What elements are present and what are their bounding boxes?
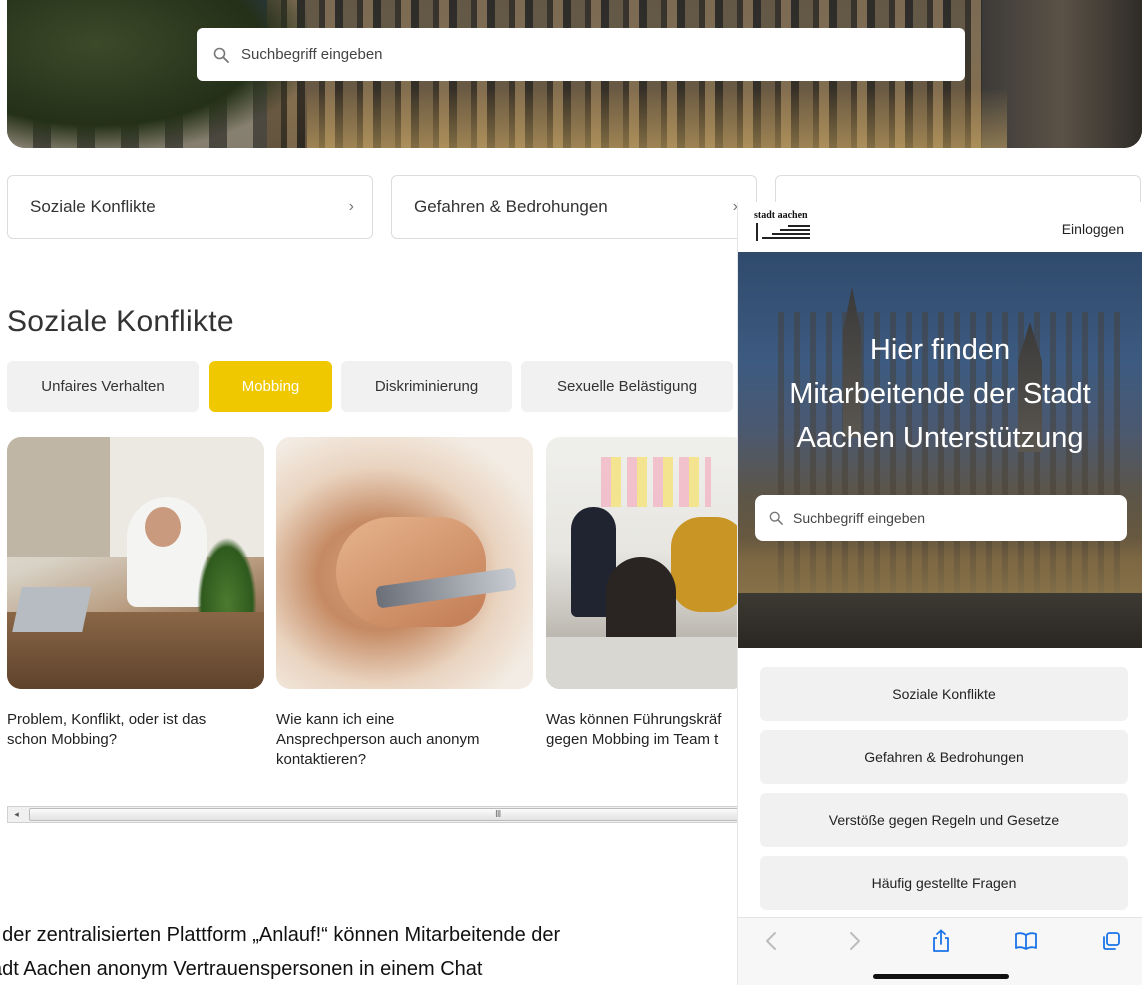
category-label: Soziale Konflikte	[30, 197, 156, 216]
tab-mobbing[interactable]: Mobbing	[209, 361, 332, 412]
hero-lights	[307, 88, 1007, 148]
mobile-category-verstoesse[interactable]: Verstöße gegen Regeln und Gesetze	[760, 793, 1128, 847]
section-title: Soziale Konflikte	[7, 305, 234, 338]
category-label: Gefahren & Bedrohungen	[414, 197, 608, 216]
scrollbar-grip-icon: III	[495, 809, 501, 820]
article-image-team[interactable]	[546, 437, 746, 689]
article-title-line: Was können Führungskräf	[546, 711, 722, 728]
image-hand	[336, 517, 486, 627]
mobile-hero: Hier finden Mitarbeitende der Stadt Aach…	[738, 252, 1142, 648]
search-icon	[213, 47, 229, 63]
scroll-left-icon[interactable]: ◂	[8, 807, 25, 822]
image-chair	[671, 517, 746, 612]
article-title-line: kontaktieren?	[276, 751, 367, 768]
tab-unfaires-verhalten[interactable]: Unfaires Verhalten	[7, 361, 199, 412]
image-notes	[601, 457, 711, 507]
search-icon	[769, 511, 783, 525]
home-indicator	[873, 974, 1009, 979]
bookmarks-icon[interactable]	[1013, 928, 1039, 954]
stadt-aachen-logo[interactable]: stadt aachen	[754, 211, 812, 243]
horizontal-scrollbar[interactable]: ◂ III	[7, 806, 739, 823]
login-link[interactable]: Einloggen	[1062, 221, 1124, 237]
safari-toolbar	[738, 917, 1142, 985]
image-sofa	[546, 637, 746, 689]
body-paragraph: f der zentralisierten Plattform „Anlauf!…	[0, 918, 730, 985]
article-title-line: gegen Mobbing im Team t	[546, 731, 719, 748]
hero-heading: Hier finden Mitarbeitende der Stadt Aach…	[738, 328, 1142, 460]
article-title-line: Ansprechperson auch anonym	[276, 731, 480, 748]
hero-heading-line: Aachen Unterstützung	[796, 422, 1084, 454]
category-card-gefahren[interactable]: Gefahren & Bedrohungen ›	[391, 175, 757, 239]
hero-lights	[738, 538, 1142, 598]
body-line: f der zentralisierten Plattform „Anlauf!…	[0, 924, 561, 946]
search-placeholder: Suchbegriff eingeben	[793, 510, 926, 526]
tab-sexuelle-belaestigung[interactable]: Sexuelle Belästigung	[521, 361, 733, 412]
search-placeholder: Suchbegriff eingeben	[241, 46, 383, 63]
mobile-category-gefahren[interactable]: Gefahren & Bedrohungen	[760, 730, 1128, 784]
article-title[interactable]: Problem, Konflikt, oder ist das schon Mo…	[7, 710, 262, 750]
mobile-category-soziale-konflikte[interactable]: Soziale Konflikte	[760, 667, 1128, 721]
back-icon[interactable]	[758, 928, 784, 954]
article-title[interactable]: Was können Führungskräf gegen Mobbing im…	[546, 710, 738, 750]
article-title[interactable]: Wie kann ich eine Ansprechperson auch an…	[276, 710, 516, 770]
mobile-screenshot: stadt aachen Einloggen Hier finden Mitar…	[738, 202, 1142, 985]
image-laptop	[12, 587, 92, 632]
category-card-soziale-konflikte[interactable]: Soziale Konflikte ›	[7, 175, 373, 239]
scrollbar-thumb[interactable]: III	[29, 808, 739, 821]
hero-banner: Suchbegriff eingeben	[7, 0, 1142, 148]
body-line: adt Aachen anonym Vertrauenspersonen in …	[0, 958, 483, 980]
article-title-line: Wie kann ich eine	[276, 711, 395, 728]
chevron-right-icon: ›	[348, 198, 354, 215]
search-input[interactable]: Suchbegriff eingeben	[197, 28, 965, 81]
tab-diskriminierung[interactable]: Diskriminierung	[341, 361, 512, 412]
article-image-phone[interactable]	[276, 437, 533, 689]
logo-bars	[754, 223, 810, 241]
mobile-header: stadt aachen Einloggen	[738, 202, 1142, 252]
mobile-search-input[interactable]: Suchbegriff eingeben	[755, 495, 1127, 541]
mobile-category-faq[interactable]: Häufig gestellte Fragen	[760, 856, 1128, 910]
hero-heading-line: Hier finden	[869, 334, 1011, 366]
article-title-line: Problem, Konflikt, oder ist das	[7, 711, 207, 728]
forward-icon[interactable]	[842, 928, 868, 954]
tabs-icon[interactable]	[1098, 928, 1124, 954]
article-image-meeting[interactable]	[7, 437, 264, 689]
image-head	[145, 507, 181, 547]
logo-text: stadt aachen	[754, 210, 808, 221]
share-icon[interactable]	[928, 928, 954, 954]
article-title-line: schon Mobbing?	[7, 731, 118, 748]
hero-square	[738, 593, 1142, 648]
hero-heading-line: Mitarbeitende der Stadt	[789, 378, 1091, 410]
